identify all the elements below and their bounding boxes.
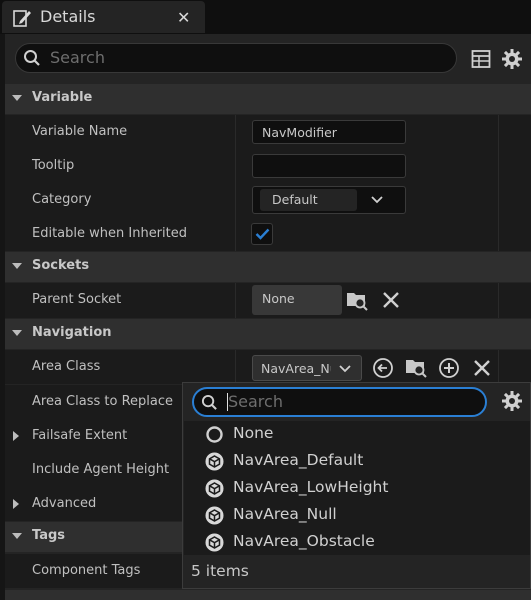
browse-socket-icon[interactable] <box>346 289 368 311</box>
tab-bar: Details ✕ <box>0 0 531 34</box>
editable-when-inherited-checkbox[interactable] <box>251 223 273 245</box>
property-row-area-class: Area Class NavArea_Nu <box>5 350 531 384</box>
chevron-down-icon <box>12 533 22 539</box>
property-label: Include Agent Height <box>32 462 170 477</box>
property-row-category: Category Default <box>5 183 531 217</box>
category-label: Sockets <box>32 258 90 273</box>
property-matrix-icon[interactable] <box>471 49 491 69</box>
property-label: Area Class <box>32 359 101 374</box>
category-label: Tags <box>32 528 66 543</box>
property-row-variable-name: Variable Name NavModifier <box>5 115 531 149</box>
search-placeholder: Search <box>50 48 105 67</box>
category-combo[interactable]: Default <box>252 186 406 214</box>
property-row-editable-when-inherited: Editable when Inherited <box>5 217 531 251</box>
picker-item-navarea-default[interactable]: NavArea_Default <box>184 448 530 475</box>
picker-item-count: 5 items <box>191 562 249 580</box>
variable-name-value: NavModifier <box>262 125 337 140</box>
none-circle-icon <box>206 426 223 443</box>
settings-gear-icon[interactable] <box>501 48 523 70</box>
property-label: Failsafe Extent <box>32 428 128 443</box>
property-label: Category <box>32 192 92 207</box>
property-label: Advanced <box>32 496 97 511</box>
search-icon <box>24 50 40 66</box>
picker-item-label: NavArea_Obstacle <box>233 532 375 550</box>
picker-item-label: None <box>233 424 274 442</box>
property-label: Area Class to Replace <box>32 394 173 409</box>
picker-search-placeholder: Search <box>228 392 283 411</box>
chevron-right-icon[interactable] <box>12 498 20 510</box>
chevron-right-icon[interactable] <box>12 430 20 442</box>
search-icon <box>201 394 217 410</box>
settings-gear-icon[interactable] <box>501 390 523 412</box>
use-selected-icon[interactable] <box>372 357 394 379</box>
tab-title: Details <box>40 7 96 26</box>
picker-search-input[interactable]: Search <box>192 387 487 417</box>
parent-socket-value: None <box>262 291 295 306</box>
chevron-down-icon[interactable] <box>371 196 383 204</box>
picker-item-label: NavArea_Default <box>233 451 364 469</box>
category-navigation[interactable]: Navigation <box>5 319 531 349</box>
picker-item-label: NavArea_LowHeight <box>233 478 389 496</box>
property-label: Tooltip <box>32 158 75 173</box>
class-cube-icon <box>205 506 224 525</box>
add-icon[interactable] <box>438 357 460 379</box>
chevron-down-icon <box>12 95 22 101</box>
property-label: Component Tags <box>32 563 141 578</box>
property-label: Parent Socket <box>32 292 122 307</box>
category-label: Navigation <box>32 325 112 340</box>
category-variable[interactable]: Variable <box>5 84 531 114</box>
tooltip-field[interactable] <box>252 154 406 178</box>
picker-item-label: NavArea_Null <box>233 505 337 523</box>
category-sockets[interactable]: Sockets <box>5 252 531 282</box>
parent-socket-field[interactable]: None <box>252 285 342 315</box>
property-label: Variable Name <box>32 124 128 139</box>
category-partial <box>5 590 531 600</box>
area-class-combo[interactable]: NavArea_Nu <box>252 355 362 381</box>
category-label: Variable <box>32 90 93 105</box>
details-tab[interactable]: Details ✕ <box>2 1 205 33</box>
picker-item-navarea-obstacle[interactable]: NavArea_Obstacle <box>184 529 530 556</box>
browse-asset-icon[interactable] <box>405 356 427 378</box>
chevron-down-icon <box>339 365 351 373</box>
class-cube-icon <box>205 533 224 552</box>
category-value: Default <box>272 192 318 207</box>
variable-name-field[interactable]: NavModifier <box>252 120 406 144</box>
clear-icon[interactable] <box>472 358 492 378</box>
class-picker-popup: Search None NavArea_Default NavArea_LowH… <box>182 382 531 589</box>
chevron-down-icon <box>12 330 22 336</box>
picker-item-none[interactable]: None <box>184 421 530 448</box>
picker-item-navarea-lowheight[interactable]: NavArea_LowHeight <box>184 475 530 502</box>
checkmark-icon <box>255 228 270 240</box>
class-cube-icon <box>205 452 224 471</box>
close-icon[interactable]: ✕ <box>177 8 190 27</box>
details-search-row: Search <box>5 40 531 76</box>
picker-list: None NavArea_Default NavArea_LowHeight N… <box>184 421 530 555</box>
property-row-tooltip: Tooltip <box>5 149 531 183</box>
property-label: Editable when Inherited <box>32 226 187 241</box>
details-search-input[interactable]: Search <box>15 43 457 73</box>
chevron-down-icon <box>12 263 22 269</box>
property-row-parent-socket: Parent Socket None <box>5 283 531 318</box>
class-cube-icon <box>205 479 224 498</box>
picker-item-navarea-null[interactable]: NavArea_Null <box>184 502 530 529</box>
area-class-value: NavArea_Nu <box>261 361 331 376</box>
edit-document-icon <box>13 10 31 27</box>
category-text-field[interactable]: Default <box>260 189 357 211</box>
clear-icon[interactable] <box>381 290 401 310</box>
